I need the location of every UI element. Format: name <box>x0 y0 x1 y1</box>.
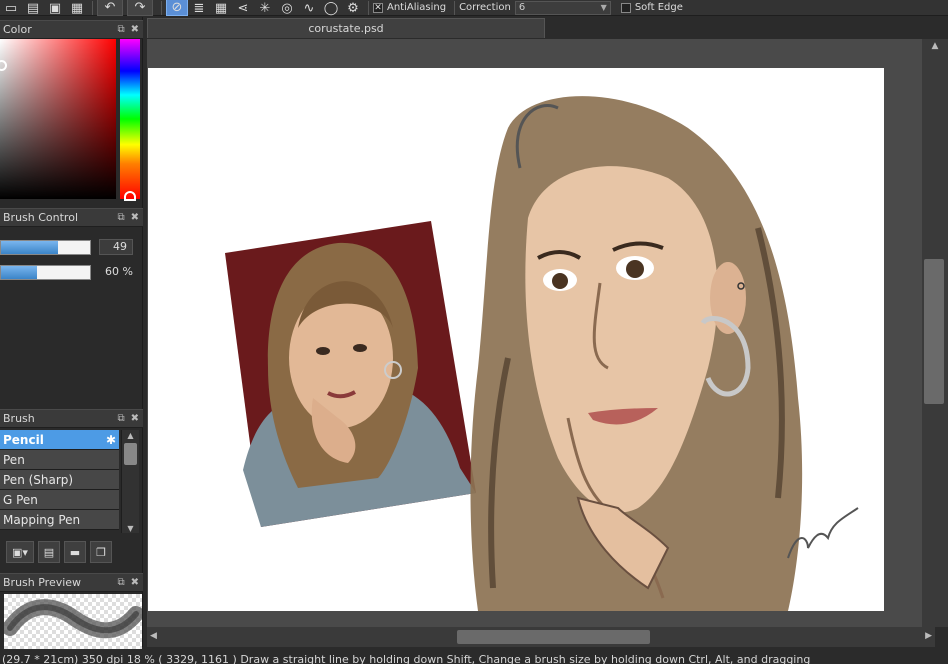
brush-control-panel-title: Brush Control <box>3 211 79 224</box>
grid-ruler-icon[interactable]: ▦ <box>210 0 232 16</box>
new-brush-icon[interactable]: ▤ <box>38 541 60 563</box>
brush-item-pen-sharp[interactable]: Pen (Sharp) <box>0 470 119 490</box>
popout-icon[interactable]: ⧉ <box>117 577 124 588</box>
vertical-scrollbar[interactable]: ▲ <box>922 39 948 627</box>
color-panel-header: Color ⧉ ✖ <box>0 20 143 39</box>
brush-item-label: Mapping Pen <box>3 512 81 527</box>
scrollbar-thumb[interactable] <box>124 443 137 465</box>
brush-item-pen[interactable]: Pen <box>0 450 119 470</box>
perspective-ruler-icon[interactable]: ⋖ <box>232 0 254 16</box>
brush-size-value[interactable]: 49 <box>99 239 133 255</box>
brush-tools-bar: ▣▾ ▤ ▬ ❐ <box>0 537 143 567</box>
brush-size-fill <box>1 241 58 254</box>
undo-icon[interactable]: ↶ <box>97 0 123 16</box>
scroll-left-icon[interactable]: ◀ <box>150 631 157 641</box>
color-panel-title: Color <box>3 23 32 36</box>
gear-icon[interactable]: ✱ <box>106 433 116 447</box>
scrollbar-thumb[interactable] <box>457 630 650 644</box>
duplicate-icon[interactable]: ❐ <box>90 541 112 563</box>
color-saturation-field[interactable] <box>0 39 116 199</box>
brush-item-pencil[interactable]: Pencil ✱ <box>0 430 119 450</box>
artwork-illustration <box>225 96 859 611</box>
brush-control-panel-header: Brush Control ⧉ ✖ <box>0 208 143 227</box>
close-icon[interactable]: ✖ <box>131 24 139 35</box>
folder-icon[interactable]: ▬ <box>64 541 86 563</box>
toolbar-divider <box>92 0 93 15</box>
brush-panel-header: Brush ⧉ ✖ <box>0 409 143 428</box>
brush-panel-title: Brush <box>3 412 35 425</box>
hue-slider[interactable] <box>120 39 140 199</box>
toolbar-divider <box>454 0 456 15</box>
status-bar: (29.7 * 21cm) 350 dpi 18 % ( 3329, 1161 … <box>0 649 948 664</box>
close-icon[interactable]: ✖ <box>131 212 139 223</box>
left-sidebar: Color ⧉ ✖ Brush Control ⧉ ✖ 49 60 % Brush … <box>0 17 144 650</box>
radial-ruler-icon[interactable]: ✳ <box>254 0 276 16</box>
scroll-right-icon[interactable]: ▶ <box>925 631 932 641</box>
brush-opacity-slider[interactable] <box>0 265 91 280</box>
brush-size-slider[interactable] <box>0 240 91 255</box>
main-toolbar: ▭ ▤ ▣ ▦ ↶ ↷ ⊘ ≣ ▦ ⋖ ✳ ◎ ∿ ◯ ⚙ ✕ AntiAlia… <box>0 0 948 16</box>
document-tab-bar: corustate.psd <box>147 18 948 38</box>
scroll-up-icon[interactable]: ▲ <box>122 430 139 441</box>
soft-edge-label: Soft Edge <box>634 2 683 13</box>
open-icon[interactable]: ▤ <box>22 0 44 16</box>
brush-opacity-value: 60 % <box>105 265 133 278</box>
brush-item-label: Pen <box>3 452 25 467</box>
brush-item-label: G Pen <box>3 492 38 507</box>
redo-icon[interactable]: ↷ <box>127 0 153 16</box>
scroll-down-icon[interactable]: ▼ <box>122 523 139 534</box>
chevron-down-icon: ▼ <box>600 3 607 12</box>
brush-stroke-preview-icon <box>2 599 144 639</box>
toolbar-divider <box>161 0 162 15</box>
save-icon[interactable]: ▣ <box>44 0 66 16</box>
caricature-drawing <box>470 96 803 611</box>
curve-ruler-icon[interactable]: ∿ <box>298 0 320 16</box>
brush-item-label: Pencil <box>3 432 44 447</box>
correction-label: Correction <box>459 2 511 13</box>
brush-preview-panel-title: Brush Preview <box>3 576 82 589</box>
popout-icon[interactable]: ⧉ <box>117 212 124 223</box>
brush-item-label: Pen (Sharp) <box>3 472 74 487</box>
drawing-canvas[interactable] <box>148 68 884 611</box>
brush-item-mapping-pen[interactable]: Mapping Pen <box>0 510 119 530</box>
reference-photo <box>225 221 476 527</box>
brush-item-g-pen[interactable]: G Pen <box>0 490 119 510</box>
parallel-ruler-icon[interactable]: ≣ <box>188 0 210 16</box>
soft-edge-checkbox[interactable] <box>620 2 631 13</box>
horizontal-scrollbar[interactable]: ◀ ▶ <box>147 627 935 647</box>
concentric-ruler-icon[interactable]: ◎ <box>276 0 298 16</box>
tab-document[interactable]: corustate.psd <box>147 18 545 38</box>
brush-list-scrollbar[interactable]: ▲ ▼ <box>121 430 139 533</box>
brush-list: Pencil ✱ Pen Pen (Sharp) G Pen Mapping P… <box>0 430 119 530</box>
brush-opacity-fill <box>1 266 37 279</box>
antialiasing-checkbox[interactable]: ✕ <box>373 2 383 13</box>
correction-value: 6 <box>518 2 526 13</box>
close-icon[interactable]: ✖ <box>131 577 139 588</box>
scrollbar-thumb[interactable] <box>924 259 944 404</box>
settings-icon[interactable]: ⚙ <box>342 0 364 16</box>
brush-stroke-preview <box>2 594 144 650</box>
hue-slider-handle[interactable] <box>124 191 136 201</box>
brush-preview-panel-header: Brush Preview ⧉ ✖ <box>0 573 143 592</box>
new-document-icon[interactable]: ▭ <box>0 0 22 16</box>
canvas-workspace[interactable] <box>147 39 922 627</box>
popout-icon[interactable]: ⧉ <box>117 413 124 424</box>
ellipse-ruler-icon[interactable]: ◯ <box>320 0 342 16</box>
toolbar-divider <box>368 0 369 15</box>
layers-icon[interactable]: ▦ <box>66 0 88 16</box>
correction-select[interactable]: 6 ▼ <box>514 0 611 15</box>
antialiasing-label: AntiAliasing <box>387 2 447 13</box>
ruler-off-icon[interactable]: ⊘ <box>166 0 188 16</box>
scroll-up-icon[interactable]: ▲ <box>922 39 948 53</box>
brush-group-icon[interactable]: ▣▾ <box>6 541 34 563</box>
popout-icon[interactable]: ⧉ <box>117 24 124 35</box>
close-icon[interactable]: ✖ <box>131 413 139 424</box>
